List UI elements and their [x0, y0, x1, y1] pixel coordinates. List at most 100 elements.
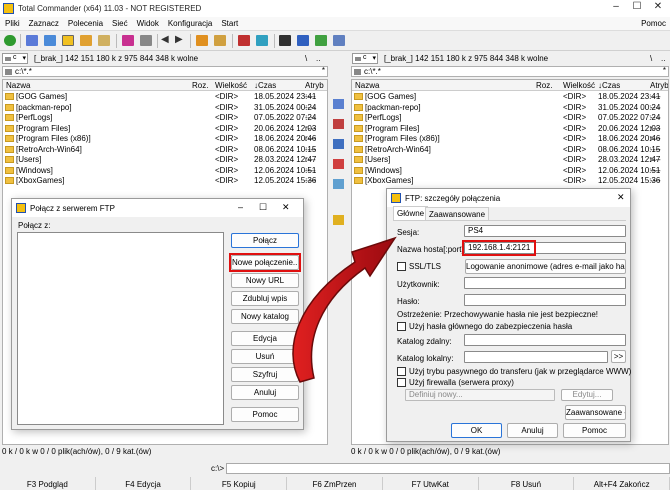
alt-f4-exit-button[interactable]: Alt+F4 Zakończ: [574, 477, 670, 490]
minimize-button[interactable]: –: [606, 1, 626, 12]
invert-selection-icon[interactable]: [122, 35, 134, 46]
ftp-connect-cancel-button[interactable]: Anuluj: [231, 385, 299, 400]
menu-commands[interactable]: Polecenia: [63, 17, 107, 28]
table-row[interactable]: [XboxGames] <DIR> 12.05.2024 15:36 ----: [3, 175, 327, 186]
left-col-ext[interactable]: Roz.: [192, 81, 208, 90]
sort-icon[interactable]: [98, 35, 110, 46]
f7-mkdir-button[interactable]: F7 UtwKat: [383, 477, 479, 490]
table-row[interactable]: [GOG Games] <DIR> 18.05.2024 23:41 ----: [352, 91, 668, 102]
left-up-button[interactable]: ..: [316, 54, 320, 63]
table-row[interactable]: [PerfLogs] <DIR> 07.05.2022 07:24 ----: [352, 112, 668, 123]
table-row[interactable]: [RetroArch-Win64] <DIR> 08.06.2024 10:15 --…: [352, 144, 668, 155]
firewall-edit-button[interactable]: Edytuj...: [561, 389, 613, 401]
sync-dirs-icon[interactable]: [315, 35, 327, 46]
table-row[interactable]: [Users] <DIR> 28.03.2024 12:47 r---: [352, 154, 668, 165]
menu-start[interactable]: Start: [216, 17, 242, 28]
ok-button[interactable]: OK: [451, 423, 502, 438]
hidden-files-icon[interactable]: [140, 35, 152, 46]
left-col-date[interactable]: ↓Czas: [254, 81, 276, 90]
ssl-checkbox[interactable]: [397, 262, 406, 271]
move-icon[interactable]: [333, 119, 344, 129]
multi-rename-icon[interactable]: [297, 35, 309, 46]
menu-files[interactable]: Pliki: [0, 17, 24, 28]
copy-icon[interactable]: [333, 99, 344, 109]
right-drive-select[interactable]: c: [352, 53, 378, 64]
left-path-history-icon[interactable]: [5, 69, 12, 75]
right-col-attr[interactable]: Atryb: [650, 81, 668, 90]
left-col-name[interactable]: Nazwa: [6, 81, 30, 90]
right-col-size[interactable]: Wielkość: [563, 81, 595, 90]
password-input[interactable]: [464, 294, 626, 306]
table-row[interactable]: [GOG Games] <DIR> 18.05.2024 23:41 ----: [3, 91, 327, 102]
menu-select[interactable]: Zaznacz: [24, 17, 63, 28]
right-path-history-icon[interactable]: [354, 69, 361, 75]
table-row[interactable]: [Program Files (x86)] <DIR> 18.06.2024 20:…: [3, 133, 327, 144]
menu-config[interactable]: Konfiguracja: [163, 17, 216, 28]
browse-local-button[interactable]: >>: [611, 350, 626, 363]
table-row[interactable]: [Program Files (x86)] <DIR> 18.06.2024 20:…: [352, 133, 668, 144]
right-col-name[interactable]: Nazwa: [355, 81, 379, 90]
properties-icon[interactable]: [333, 179, 344, 189]
copy-names-icon[interactable]: [333, 35, 345, 46]
tab-main[interactable]: Główne: [393, 206, 429, 220]
brief-view-icon[interactable]: [26, 35, 38, 46]
new-folder-button[interactable]: Nowy katalog: [231, 309, 299, 324]
back-arrow-icon[interactable]: ◀: [161, 35, 171, 46]
table-row[interactable]: [RetroArch-Win64] <DIR> 08.06.2024 10:15 --…: [3, 144, 327, 155]
passive-mode-checkbox[interactable]: [397, 367, 406, 376]
delete-icon[interactable]: [333, 159, 344, 169]
ftp-details-cancel-button[interactable]: Anuluj: [507, 423, 558, 438]
search-binoculars-icon[interactable]: [279, 35, 291, 46]
ftp-connect-minimize-icon[interactable]: –: [238, 202, 243, 212]
table-row[interactable]: [Windows] <DIR> 12.06.2024 10:51 ----: [3, 165, 327, 176]
table-row[interactable]: [XboxGames] <DIR> 12.05.2024 15:36 ----: [352, 175, 668, 186]
table-row[interactable]: [Windows] <DIR> 12.06.2024 10:51 ----: [352, 165, 668, 176]
connect-button[interactable]: Połącz: [231, 233, 299, 248]
new-url-button[interactable]: Nowy URL: [231, 273, 299, 288]
f5-copy-button[interactable]: F5 Kopiuj: [191, 477, 288, 490]
table-row[interactable]: [Users] <DIR> 28.03.2024 12:47 r---: [3, 154, 327, 165]
advanced-button[interactable]: Zaawansowane ->: [565, 405, 626, 420]
new-folder-icon[interactable]: [333, 215, 344, 225]
f4-edit-button[interactable]: F4 Edycja: [96, 477, 192, 490]
duplicate-entry-button[interactable]: Zdubluj wpis: [231, 291, 299, 306]
forward-arrow-icon[interactable]: ▶: [175, 35, 185, 46]
user-input[interactable]: [464, 277, 626, 289]
left-col-attr[interactable]: Atryb: [305, 81, 324, 90]
menu-net[interactable]: Sieć: [107, 17, 132, 28]
right-hotlist-icon[interactable]: *: [663, 66, 666, 75]
local-dir-input[interactable]: [464, 351, 608, 363]
right-root-button[interactable]: \: [650, 54, 652, 63]
f8-delete-button[interactable]: F8 Usuń: [479, 477, 575, 490]
table-row[interactable]: [packman-repo] <DIR> 31.05.2024 00:24 ----: [3, 102, 327, 113]
session-input[interactable]: PS4: [464, 225, 626, 237]
ftp-details-help-button[interactable]: Pomoc: [563, 423, 626, 438]
left-hotlist-icon[interactable]: *: [322, 66, 325, 75]
tab-advanced[interactable]: Zaawansowane: [425, 207, 490, 220]
menu-help[interactable]: Pomoc: [636, 17, 670, 28]
unpack-icon[interactable]: [214, 35, 226, 46]
table-row[interactable]: [packman-repo] <DIR> 31.05.2024 00:24 ----: [352, 102, 668, 113]
right-col-ext[interactable]: Roz.: [536, 81, 552, 90]
f3-view-button[interactable]: F3 Podgląd: [0, 477, 96, 490]
right-up-button[interactable]: ..: [661, 54, 665, 63]
ftp-connect-help-button[interactable]: Pomoc: [231, 407, 299, 422]
menu-view[interactable]: Widok: [132, 17, 163, 28]
command-line-input[interactable]: [226, 463, 670, 474]
ftp-details-close-icon[interactable]: ✕: [617, 192, 625, 203]
refresh-icon[interactable]: [4, 35, 16, 46]
remote-dir-input[interactable]: [464, 334, 626, 346]
ftp-connect-maximize-icon[interactable]: ☐: [259, 202, 267, 213]
master-password-checkbox[interactable]: [397, 322, 406, 331]
table-row[interactable]: [Program Files] <DIR> 20.06.2024 12:03 r---: [352, 123, 668, 134]
delete-button[interactable]: Usuń: [231, 349, 299, 364]
encrypt-button[interactable]: Szyfruj: [231, 367, 299, 382]
table-row[interactable]: [Program Files] <DIR> 20.06.2024 12:03 r---: [3, 123, 327, 134]
left-col-size[interactable]: Wielkość: [215, 81, 247, 90]
tree-view-icon[interactable]: [62, 35, 74, 46]
firewall-select[interactable]: Definiuj nowy...: [405, 389, 555, 401]
ftp-connect-close-icon[interactable]: ✕: [282, 202, 290, 213]
ftp-new-connection-icon[interactable]: [256, 35, 268, 46]
new-file-icon[interactable]: [333, 139, 344, 149]
maximize-button[interactable]: ☐: [627, 1, 647, 12]
